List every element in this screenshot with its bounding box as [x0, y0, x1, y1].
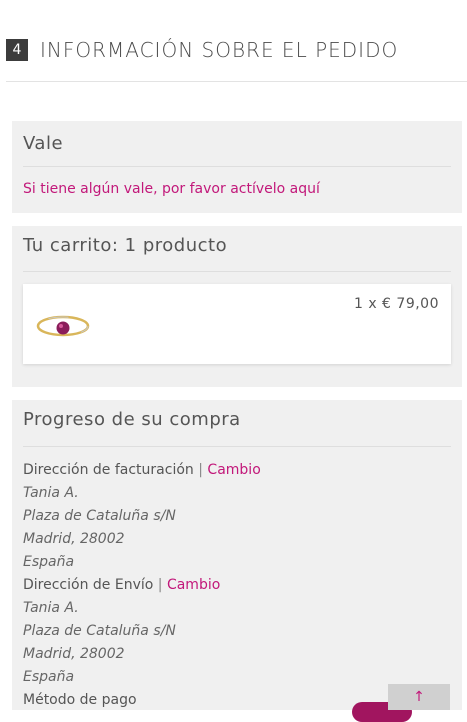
shipping-address-row: Dirección de Envío | Cambio — [23, 574, 462, 597]
change-billing-link[interactable]: Cambio — [207, 462, 260, 478]
cart-title: Tu carrito: 1 producto — [23, 235, 228, 256]
cart-item[interactable]: 1 x € 79,00 — [23, 284, 451, 364]
billing-address-row: Dirección de facturación | Cambio — [23, 459, 462, 482]
item-quantity-price: 1 x € 79,00 — [353, 296, 439, 312]
divider — [23, 271, 451, 272]
activate-voucher-link[interactable]: Si tiene algún vale, por favor actívelo … — [12, 167, 462, 197]
shipping-name: Tania A. — [23, 600, 79, 616]
step-header: 4 INFORMACIÓN SOBRE EL PEDIDO — [6, 36, 398, 64]
separator: | — [198, 462, 203, 478]
progress-title: Progreso de su compra — [23, 409, 241, 430]
product-image[interactable] — [35, 306, 95, 342]
billing-city: Madrid, 28002 — [23, 531, 125, 547]
shipping-street: Plaza de Cataluña s/N — [23, 623, 176, 639]
billing-street: Plaza de Cataluña s/N — [23, 508, 176, 524]
purchase-progress-panel: Progreso de su compra Dirección de factu… — [12, 400, 462, 710]
separator: | — [157, 577, 163, 593]
step-title: INFORMACIÓN SOBRE EL PEDIDO — [40, 38, 399, 62]
cart-panel: Tu carrito: 1 producto 1 x € 79,00 — [12, 226, 462, 387]
shipping-city: Madrid, 28002 — [23, 646, 125, 662]
change-shipping-link[interactable]: Cambio — [167, 577, 220, 593]
shipping-address-label: Dirección de Envío — [23, 577, 154, 593]
arrow-up-icon: ↑ — [413, 689, 425, 705]
step-number-badge: 4 — [6, 39, 28, 61]
billing-name: Tania A. — [23, 485, 79, 501]
voucher-title: Vale — [23, 133, 64, 154]
billing-country: España — [23, 554, 75, 570]
header-divider — [6, 81, 467, 82]
scroll-to-top-button[interactable]: ↑ — [388, 684, 450, 710]
voucher-panel: Vale Si tiene algún vale, por favor actí… — [12, 121, 462, 213]
billing-address-label: Dirección de facturación — [23, 462, 194, 478]
